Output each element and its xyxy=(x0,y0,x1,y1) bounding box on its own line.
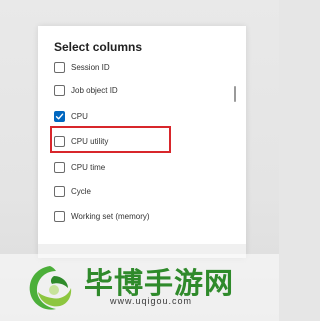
dialog-title: Select columns xyxy=(54,40,143,54)
option-label: Job object ID xyxy=(71,85,118,95)
watermark-url: www.uqigou.com xyxy=(110,296,193,306)
option-label: Working set (memory) xyxy=(71,211,150,221)
option-label: Cycle xyxy=(71,186,92,196)
option-cpu-time[interactable]: CPU time xyxy=(54,160,105,174)
option-label: Session ID xyxy=(71,62,110,72)
option-cpu[interactable]: CPU xyxy=(54,109,88,123)
select-columns-dialog: Select columns Session ID Job object ID … xyxy=(38,26,246,258)
cpu-checkbox[interactable] xyxy=(54,110,65,122)
scrollbar-thumb[interactable] xyxy=(234,86,236,102)
cycle-checkbox[interactable] xyxy=(54,185,65,197)
brand-logo-icon xyxy=(29,266,72,310)
working-set-checkbox[interactable] xyxy=(54,210,65,222)
option-cycle[interactable]: Cycle xyxy=(54,184,91,198)
session-id-checkbox[interactable] xyxy=(54,61,65,73)
check-icon xyxy=(55,113,64,119)
job-object-id-checkbox[interactable] xyxy=(54,84,65,96)
option-job-object-id[interactable]: Job object ID xyxy=(54,83,118,97)
highlight-annotation xyxy=(50,126,171,153)
cpu-time-checkbox[interactable] xyxy=(54,161,65,173)
option-label: CPU xyxy=(71,111,88,121)
option-session-id[interactable]: Session ID xyxy=(54,60,110,74)
option-label: CPU time xyxy=(71,162,106,172)
option-working-set[interactable]: Working set (memory) xyxy=(54,209,150,223)
